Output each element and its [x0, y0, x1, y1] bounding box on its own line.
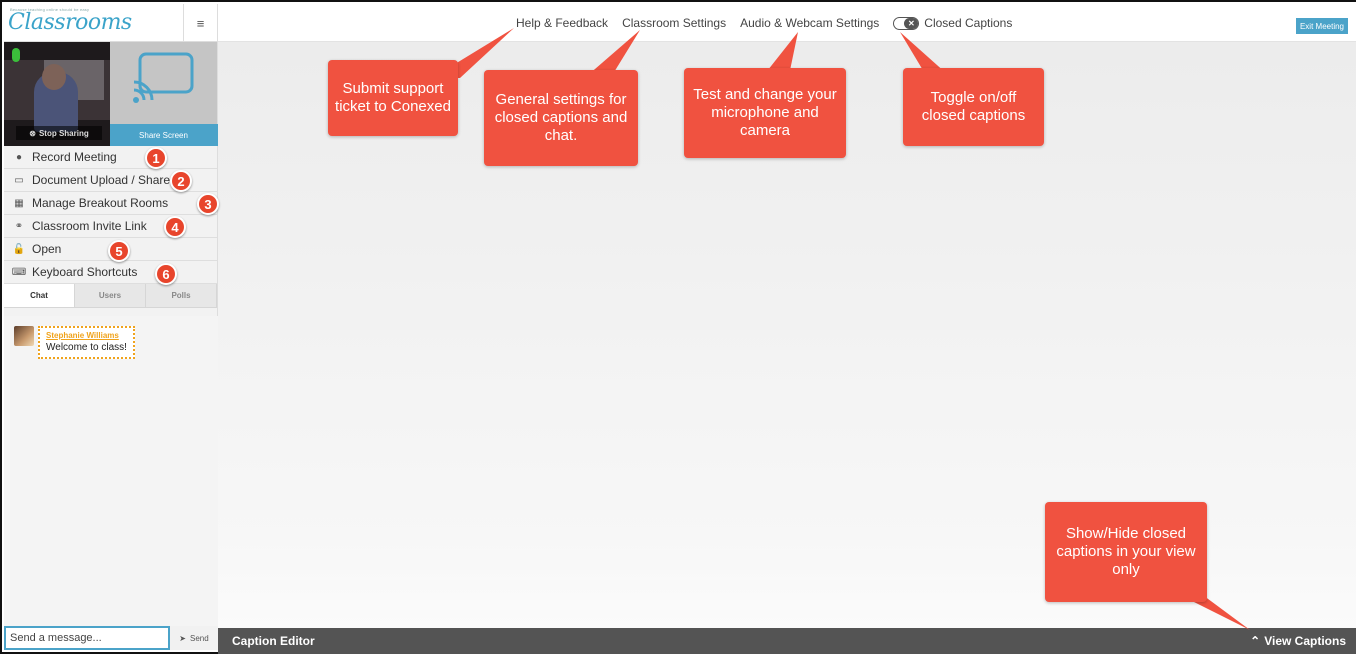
close-icon: ✕ — [904, 17, 919, 29]
sidebar-item-breakout-rooms[interactable]: ▦ Manage Breakout Rooms — [4, 192, 217, 215]
view-captions-label: View Captions — [1264, 634, 1346, 648]
stop-sharing-label: Stop Sharing — [38, 128, 89, 138]
chat-tabs: Chat Users Polls — [4, 284, 217, 308]
grid-icon: ▦ — [14, 197, 24, 209]
toggle-switch[interactable]: ✕ — [893, 16, 920, 30]
help-feedback-link[interactable]: Help & Feedback — [516, 16, 608, 30]
sidebar: Because teaching online should be easy C… — [4, 4, 218, 650]
chat-area: Stephanie Williams Welcome to class! — [4, 316, 218, 626]
chevron-up-icon: ⌃ — [1250, 634, 1261, 648]
record-icon: ● — [15, 151, 23, 163]
avatar — [14, 326, 34, 346]
hamburger-icon: ≡ — [196, 15, 205, 31]
microphone-icon — [12, 48, 20, 62]
message-input[interactable] — [4, 626, 170, 650]
link-icon: ⚭ — [14, 220, 24, 232]
callout-badge: 2 — [170, 170, 192, 192]
send-label: Send — [190, 633, 209, 643]
top-bar: Help & Feedback Classroom Settings Audio… — [218, 4, 1356, 42]
classroom-settings-link[interactable]: Classroom Settings — [622, 16, 726, 30]
caption-bar: Caption Editor ⌃ View Captions — [218, 628, 1356, 654]
tab-chat[interactable]: Chat — [4, 284, 75, 307]
cast-icon — [132, 52, 193, 103]
chat-author-link[interactable]: Stephanie Williams — [46, 331, 127, 340]
callout-general-settings: General settings for closed captions and… — [484, 70, 638, 166]
callout-support: Submit support ticket to Conexed — [328, 60, 458, 136]
callout-toggle-captions: Toggle on/off closed captions — [903, 68, 1044, 146]
chat-message-text: Welcome to class! — [46, 342, 127, 353]
logo-bar: Because teaching online should be easy C… — [4, 4, 217, 42]
share-screen-label: Share Screen — [109, 124, 218, 146]
sidebar-item-label: Manage Breakout Rooms — [32, 196, 169, 210]
sidebar-item-label: Document Upload / Share — [32, 173, 171, 187]
callout-badge: 1 — [145, 147, 167, 169]
tab-users[interactable]: Users — [75, 284, 146, 307]
send-icon: ➤ — [179, 633, 186, 643]
chat-bubble: Stephanie Williams Welcome to class! — [38, 326, 135, 359]
view-captions-button[interactable]: ⌃ View Captions — [1250, 634, 1346, 648]
stop-sharing-button[interactable]: ⊗ Stop Sharing — [16, 126, 102, 140]
sidebar-menu: ● Record Meeting ▭ Document Upload / Sha… — [4, 146, 217, 284]
closed-captions-toggle[interactable]: ✕ Closed Captions — [893, 16, 1012, 30]
top-nav: Help & Feedback Classroom Settings Audio… — [516, 4, 1012, 42]
keyboard-icon: ⌨ — [11, 266, 27, 278]
audio-webcam-settings-link[interactable]: Audio & Webcam Settings — [740, 16, 879, 30]
callout-badge: 3 — [197, 193, 219, 215]
media-row: ⊗ Stop Sharing Share Screen — [4, 42, 218, 146]
sidebar-item-record-meeting[interactable]: ● Record Meeting — [4, 146, 217, 169]
sidebar-item-label: Record Meeting — [32, 150, 117, 164]
share-screen-button[interactable]: Share Screen — [109, 42, 218, 146]
sidebar-item-label: Keyboard Shortcuts — [32, 265, 138, 279]
sidebar-item-label: Open — [32, 242, 62, 256]
chat-message: Stephanie Williams Welcome to class! — [14, 326, 135, 359]
callout-badge: 6 — [155, 263, 177, 285]
hamburger-menu-button[interactable]: ≡ — [183, 4, 217, 42]
unlock-icon: 🔓 — [12, 243, 26, 255]
logo: Classrooms — [8, 10, 132, 35]
caption-editor-button[interactable]: Caption Editor — [232, 634, 315, 648]
send-button[interactable]: ➤ Send — [170, 626, 218, 650]
webcam-person-head — [42, 64, 66, 90]
callout-show-hide-captions: Show/Hide closed captions in your view o… — [1045, 502, 1207, 602]
sidebar-item-label: Classroom Invite Link — [32, 219, 147, 233]
callout-test-mic-camera: Test and change your microphone and came… — [684, 68, 846, 158]
webcam-preview: ⊗ Stop Sharing — [4, 42, 110, 146]
folder-icon: ▭ — [14, 174, 24, 186]
message-bar: ➤ Send — [4, 626, 218, 650]
tab-polls[interactable]: Polls — [146, 284, 217, 307]
callout-badge: 4 — [164, 216, 186, 238]
stop-icon: ⊗ — [29, 128, 36, 138]
sidebar-item-keyboard-shortcuts[interactable]: ⌨ Keyboard Shortcuts — [4, 261, 217, 284]
callout-badge: 5 — [108, 240, 130, 262]
closed-captions-label: Closed Captions — [924, 16, 1013, 30]
exit-meeting-button[interactable]: Exit Meeting — [1295, 18, 1348, 34]
